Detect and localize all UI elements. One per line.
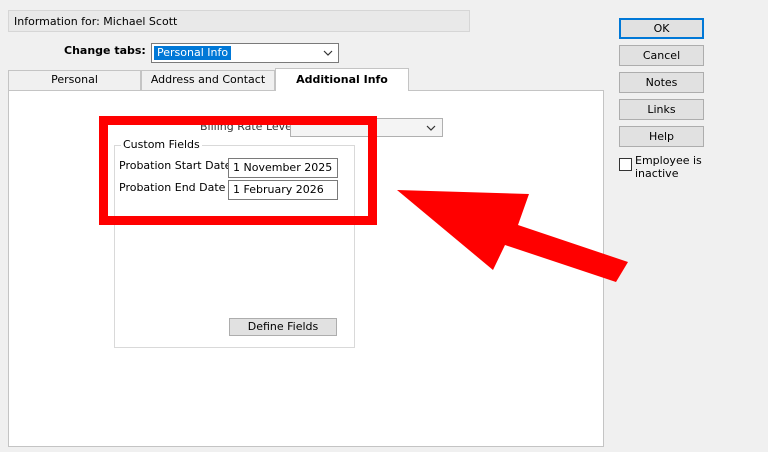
tab-additional-info[interactable]: Additional Info (275, 68, 409, 91)
info-text: Information for: Michael Scott (14, 15, 178, 28)
change-tabs-value: Personal Info (154, 46, 232, 60)
highlight-box (99, 116, 377, 225)
chevron-down-icon (323, 50, 333, 56)
cancel-button[interactable]: Cancel (619, 45, 704, 66)
change-tabs-label: Change tabs: (64, 44, 146, 57)
notes-button[interactable]: Notes (619, 72, 704, 93)
tab-address-and-contact[interactable]: Address and Contact (141, 70, 275, 90)
chevron-down-icon (426, 125, 436, 131)
links-button[interactable]: Links (619, 99, 704, 120)
tab-personal[interactable]: Personal (8, 70, 141, 90)
change-tabs-dropdown[interactable]: Personal Info (151, 43, 339, 63)
info-bar: Information for: Michael Scott (8, 10, 470, 32)
employee-inactive-checkbox[interactable] (619, 158, 632, 171)
define-fields-button[interactable]: Define Fields (229, 318, 337, 336)
ok-button[interactable]: OK (619, 18, 704, 39)
employee-inactive-label: Employee is inactive (635, 154, 702, 180)
help-button[interactable]: Help (619, 126, 704, 147)
